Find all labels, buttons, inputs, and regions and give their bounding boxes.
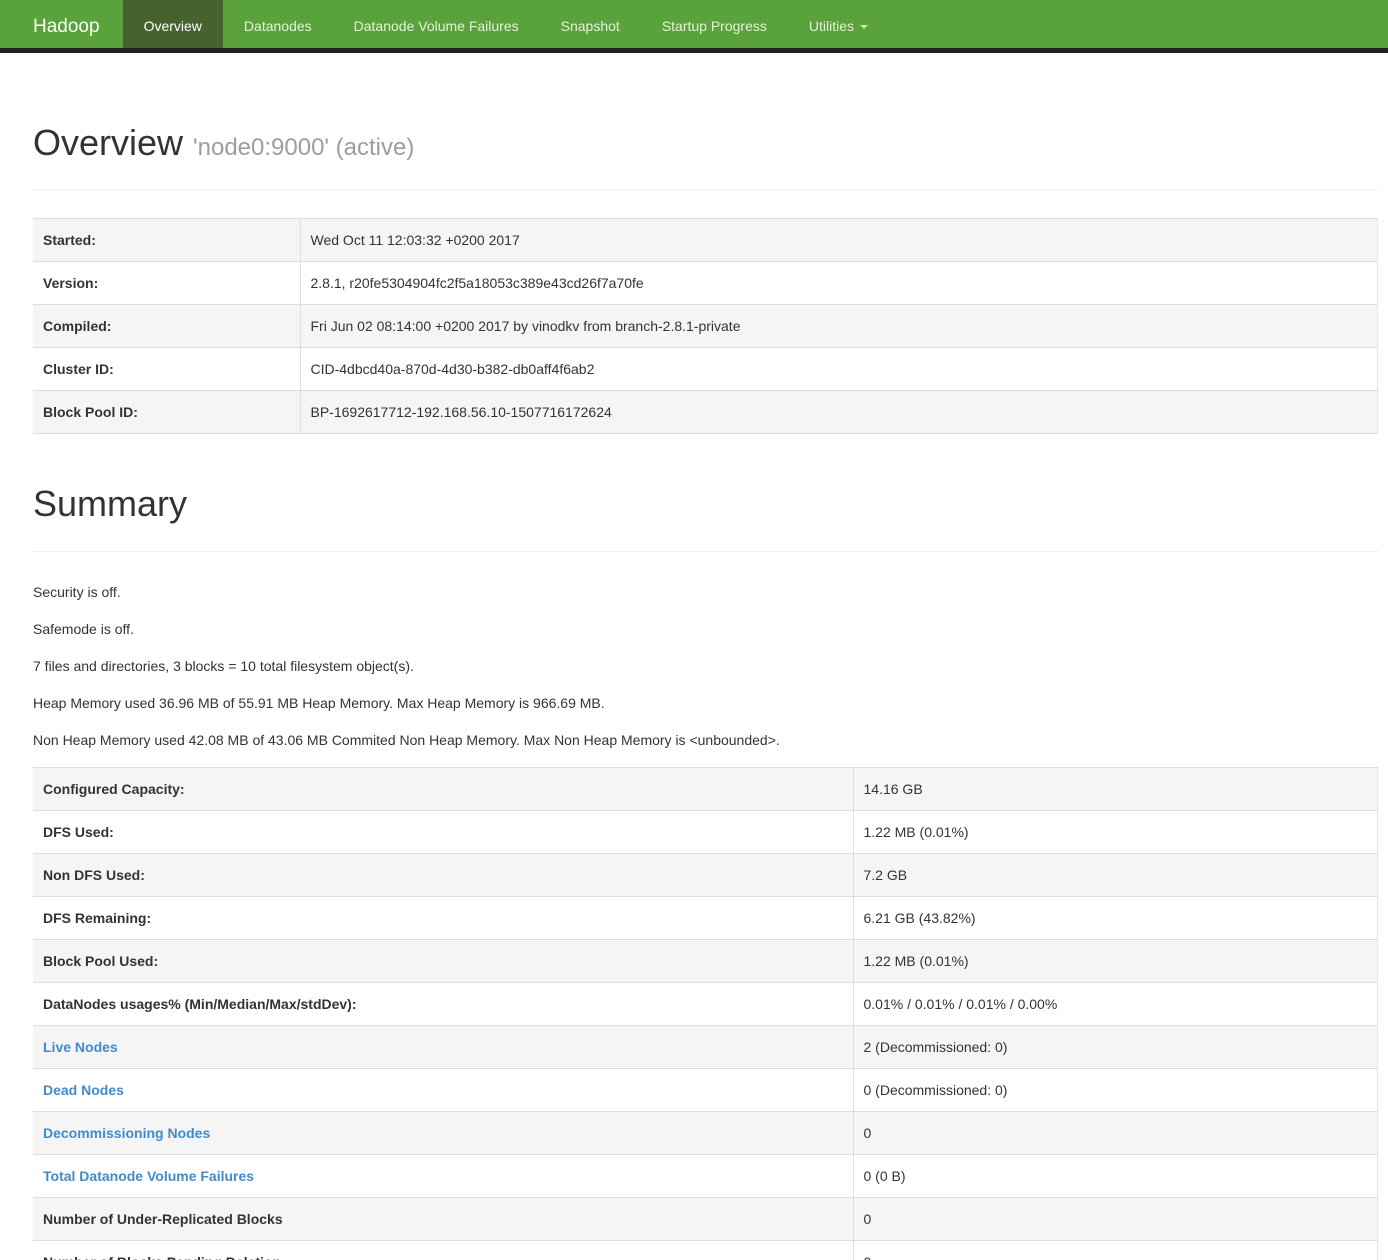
table-row: Started: Wed Oct 11 12:03:32 +0200 2017: [33, 218, 1378, 261]
nav-item-overview[interactable]: Overview: [123, 0, 223, 48]
table-row: Version: 2.8.1, r20fe5304904fc2f5a18053c…: [33, 261, 1378, 304]
navbar-menu: Overview Datanodes Datanode Volume Failu…: [123, 0, 889, 48]
nav-item-snapshot[interactable]: Snapshot: [540, 0, 641, 48]
overview-info-table: Started: Wed Oct 11 12:03:32 +0200 2017 …: [33, 218, 1378, 434]
table-row: Block Pool Used: 1.22 MB (0.01%): [33, 940, 1378, 983]
non-heap-memory-text: Non Heap Memory used 42.08 MB of 43.06 M…: [33, 730, 1378, 750]
table-row: Total Datanode Volume Failures 0 (0 B): [33, 1155, 1378, 1198]
row-value: 1.22 MB (0.01%): [853, 940, 1378, 983]
row-value: 0: [853, 1112, 1378, 1155]
row-label: Number of Blocks Pending Deletion: [33, 1241, 853, 1260]
caret-down-icon: [860, 25, 868, 29]
row-label: Live Nodes: [33, 1026, 853, 1069]
row-value: 0 (0 B): [853, 1155, 1378, 1198]
row-label: Number of Under-Replicated Blocks: [33, 1198, 853, 1241]
security-status-text: Security is off.: [33, 582, 1378, 602]
table-row: Decommissioning Nodes 0: [33, 1112, 1378, 1155]
row-label: DFS Used:: [33, 811, 853, 854]
table-row: Compiled: Fri Jun 02 08:14:00 +0200 2017…: [33, 304, 1378, 347]
row-value: 6.21 GB (43.82%): [853, 897, 1378, 940]
row-value: 1.22 MB (0.01%): [853, 811, 1378, 854]
table-row: DataNodes usages% (Min/Median/Max/stdDev…: [33, 983, 1378, 1026]
nav-item-datanodes[interactable]: Datanodes: [223, 0, 333, 48]
table-row: Cluster ID: CID-4dbcd40a-870d-4d30-b382-…: [33, 347, 1378, 390]
summary-table: Configured Capacity: 14.16 GB DFS Used: …: [33, 767, 1378, 1260]
table-row: Number of Under-Replicated Blocks 0: [33, 1198, 1378, 1241]
nav-item-utilities-dropdown[interactable]: Utilities: [788, 0, 889, 48]
row-label: Non DFS Used:: [33, 854, 853, 897]
row-value: BP-1692617712-192.168.56.10-150771617262…: [300, 390, 1378, 433]
table-row: Number of Blocks Pending Deletion 0: [33, 1241, 1378, 1260]
row-value: 7.2 GB: [853, 854, 1378, 897]
row-value: Wed Oct 11 12:03:32 +0200 2017: [300, 218, 1378, 261]
row-label: Dead Nodes: [33, 1069, 853, 1112]
overview-title-text: Overview: [33, 122, 183, 163]
summary-title: Summary: [33, 484, 1378, 524]
overview-header: Overview 'node0:9000' (active): [33, 123, 1378, 190]
table-row: Live Nodes 2 (Decommissioned: 0): [33, 1026, 1378, 1069]
row-value: 14.16 GB: [853, 768, 1378, 811]
heap-memory-text: Heap Memory used 36.96 MB of 55.91 MB He…: [33, 693, 1378, 713]
row-label: Decommissioning Nodes: [33, 1112, 853, 1155]
row-label: Block Pool ID:: [33, 390, 300, 433]
row-label: Compiled:: [33, 304, 300, 347]
utilities-label: Utilities: [809, 18, 854, 34]
live-nodes-link[interactable]: Live Nodes: [43, 1039, 118, 1055]
row-label: Version:: [33, 261, 300, 304]
namenode-address-subtitle: 'node0:9000' (active): [193, 134, 414, 161]
decommissioning-nodes-link[interactable]: Decommissioning Nodes: [43, 1125, 210, 1141]
table-row: DFS Remaining: 6.21 GB (43.82%): [33, 897, 1378, 940]
nav-item-startup-progress[interactable]: Startup Progress: [641, 0, 788, 48]
filesystem-objects-text: 7 files and directories, 3 blocks = 10 t…: [33, 656, 1378, 676]
nav-item-datanode-volume-failures[interactable]: Datanode Volume Failures: [333, 0, 540, 48]
top-navbar: Hadoop Overview Datanodes Datanode Volum…: [0, 0, 1388, 53]
row-value: 0 (Decommissioned: 0): [853, 1069, 1378, 1112]
total-datanode-volume-failures-link[interactable]: Total Datanode Volume Failures: [43, 1168, 254, 1184]
row-label: Configured Capacity:: [33, 768, 853, 811]
page-title: Overview 'node0:9000' (active): [33, 123, 1378, 163]
summary-paragraphs: Security is off. Safemode is off. 7 file…: [33, 582, 1378, 750]
row-value: 0: [853, 1198, 1378, 1241]
row-label: Started:: [33, 218, 300, 261]
row-value: 0.01% / 0.01% / 0.01% / 0.00%: [853, 983, 1378, 1026]
row-label: Block Pool Used:: [33, 940, 853, 983]
row-value: 0: [853, 1241, 1378, 1260]
summary-header: Summary: [33, 484, 1378, 553]
row-label: DataNodes usages% (Min/Median/Max/stdDev…: [33, 983, 853, 1026]
table-row: Configured Capacity: 14.16 GB: [33, 768, 1378, 811]
table-row: Dead Nodes 0 (Decommissioned: 0): [33, 1069, 1378, 1112]
table-row: Block Pool ID: BP-1692617712-192.168.56.…: [33, 390, 1378, 433]
row-value: CID-4dbcd40a-870d-4d30-b382-db0aff4f6ab2: [300, 347, 1378, 390]
table-row: DFS Used: 1.22 MB (0.01%): [33, 811, 1378, 854]
row-label: Cluster ID:: [33, 347, 300, 390]
dead-nodes-link[interactable]: Dead Nodes: [43, 1082, 124, 1098]
row-value: Fri Jun 02 08:14:00 +0200 2017 by vinodk…: [300, 304, 1378, 347]
hadoop-brand-link[interactable]: Hadoop: [18, 0, 115, 48]
safemode-status-text: Safemode is off.: [33, 619, 1378, 639]
row-label: DFS Remaining:: [33, 897, 853, 940]
page-content: Overview 'node0:9000' (active) Started: …: [33, 123, 1378, 1260]
row-value: 2 (Decommissioned: 0): [853, 1026, 1378, 1069]
row-value: 2.8.1, r20fe5304904fc2f5a18053c389e43cd2…: [300, 261, 1378, 304]
row-label: Total Datanode Volume Failures: [33, 1155, 853, 1198]
table-row: Non DFS Used: 7.2 GB: [33, 854, 1378, 897]
